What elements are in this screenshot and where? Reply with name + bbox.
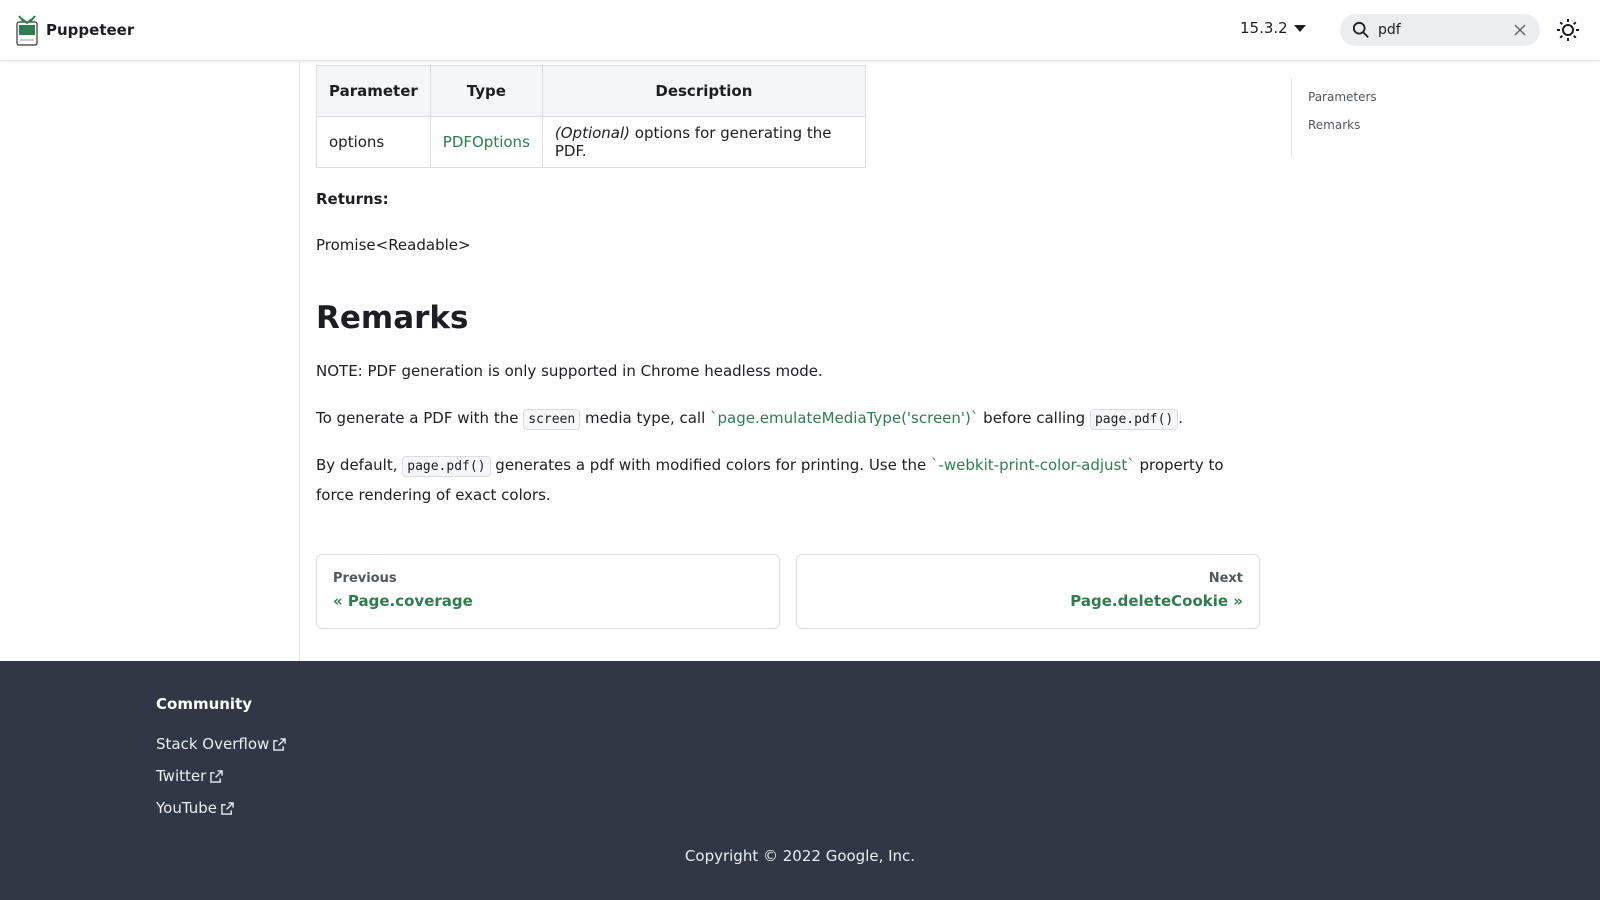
copyright-text: Copyright © 2022 Google, Inc. (684, 847, 916, 865)
next-sublabel: Next (1208, 571, 1243, 586)
text-segment: media type, call (580, 409, 711, 427)
returns-value: Promise<Readable> (316, 236, 471, 254)
puppeteer-logo-icon (16, 15, 38, 46)
footer-link-label: YouTube (156, 799, 217, 817)
code-screen: screen (523, 409, 581, 430)
previous-sublabel: Previous (333, 571, 397, 586)
caret-down-icon (1293, 24, 1306, 32)
param-name: options (316, 116, 431, 168)
column-header-parameter: Parameter (316, 65, 431, 117)
param-description: (Optional) options for generating the PD… (541, 116, 866, 168)
close-icon[interactable] (1512, 22, 1528, 38)
previous-label: « Page.coverage (333, 592, 473, 610)
column-header-description: Description (541, 65, 866, 117)
footer-link-twitter[interactable]: Twitter (156, 767, 224, 785)
text-segment: before calling (978, 409, 1090, 427)
footer: Community Stack Overflow Twitter YouTube… (0, 661, 1600, 900)
external-link-icon (210, 769, 224, 783)
param-type-cell: PDFOptions (429, 116, 543, 168)
toc-item-remarks[interactable]: Remarks (1308, 111, 1377, 139)
webkit-print-color-adjust-link[interactable]: `-webkit-print-color-adjust` (931, 456, 1135, 474)
sidebar-divider (299, 61, 300, 661)
next-label: Page.deleteCookie » (1070, 592, 1243, 610)
external-link-icon (221, 801, 234, 815)
footer-community-title: Community (156, 695, 253, 713)
external-link-icon (273, 737, 287, 751)
search-box[interactable] (1340, 14, 1540, 46)
parameters-table: Parameter Type Description options PDFOp… (316, 65, 866, 168)
version-label: 15.3.2 (1240, 19, 1288, 37)
pagination-previous[interactable]: Previous « Page.coverage (316, 554, 780, 629)
optional-tag: (Optional) (554, 124, 631, 142)
toc-item-parameters[interactable]: Parameters (1308, 83, 1377, 111)
sun-icon[interactable] (1556, 18, 1580, 42)
brand-title: Puppeteer (46, 21, 135, 39)
version-dropdown[interactable]: 15.3.2 (1240, 19, 1306, 37)
column-header-type: Type (429, 65, 543, 117)
brand-link[interactable]: Puppeteer (16, 14, 134, 46)
navbar: Puppeteer 15.3.2 (0, 0, 1600, 61)
table-header-row: Parameter Type Description (316, 65, 866, 117)
remarks-heading: Remarks (316, 300, 469, 336)
table-of-contents: Parameters Remarks (1291, 77, 1377, 157)
table-row: options PDFOptions (Optional) options fo… (316, 116, 866, 168)
search-input[interactable] (1378, 22, 1508, 38)
text-segment: By default, (316, 456, 403, 474)
footer-link-youtube[interactable]: YouTube (156, 799, 234, 817)
pdfoptions-link[interactable]: PDFOptions (443, 133, 530, 151)
code-page-pdf: page.pdf() (402, 456, 491, 477)
search-icon (1352, 21, 1369, 38)
remarks-note: NOTE: PDF generation is only supported i… (316, 362, 823, 380)
text-segment: generates a pdf with modified colors for… (490, 456, 931, 474)
pagination-next[interactable]: Next Page.deleteCookie » (796, 554, 1260, 629)
footer-link-stack-overflow[interactable]: Stack Overflow (156, 735, 287, 753)
footer-link-label: Stack Overflow (156, 735, 270, 753)
text-segment: . (1178, 409, 1184, 427)
returns-label: Returns: (316, 190, 389, 208)
remarks-paragraph-media-type: To generate a PDF with the screen media … (316, 404, 1236, 434)
remarks-paragraph-colors: By default, page.pdf() generates a pdf w… (316, 451, 1236, 509)
code-page-pdf: page.pdf() (1089, 409, 1179, 430)
text-segment: To generate a PDF with the (316, 409, 524, 427)
emulate-media-type-link[interactable]: `page.emulateMediaType('screen')` (710, 409, 978, 427)
footer-link-label: Twitter (156, 767, 207, 785)
